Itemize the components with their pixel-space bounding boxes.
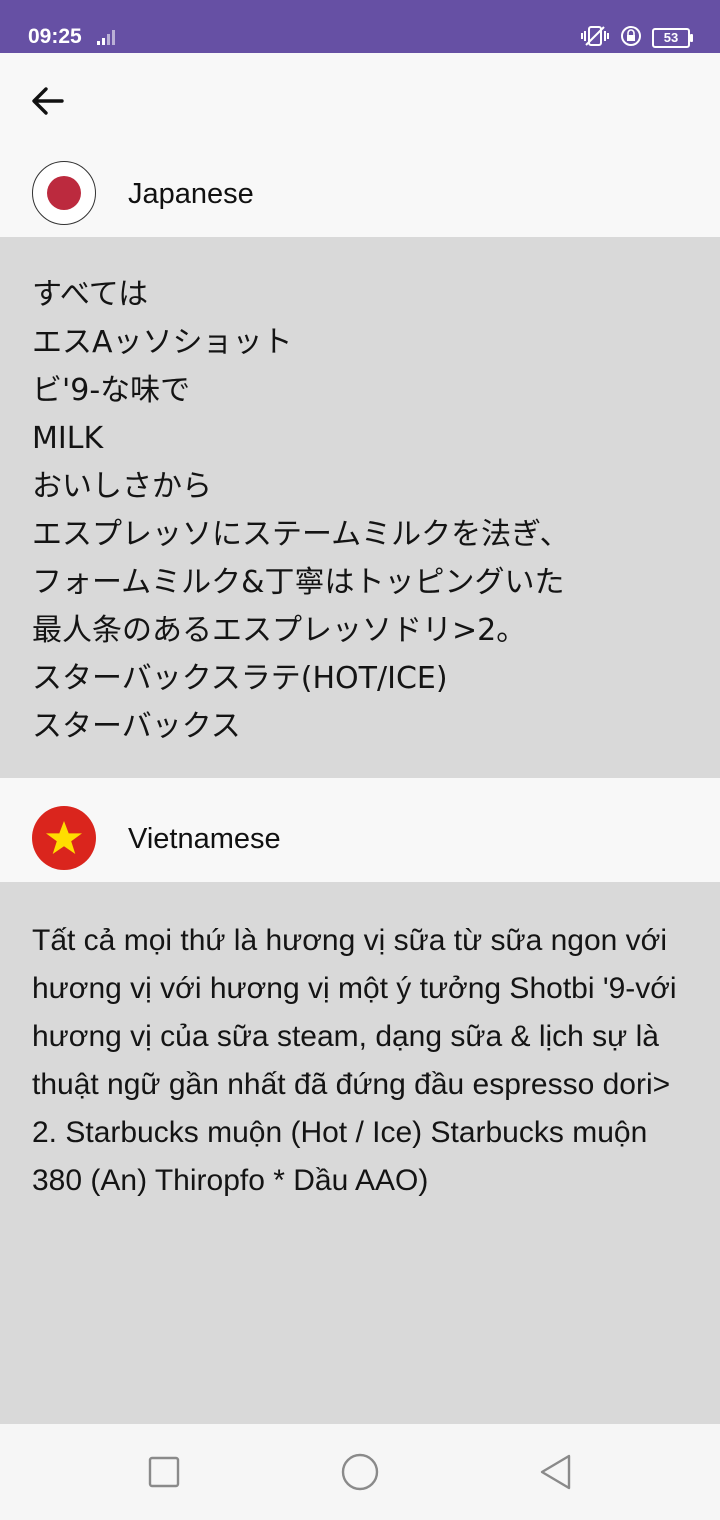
japanese-text-line: MILK: [32, 421, 104, 456]
recent-apps-button[interactable]: [142, 1450, 186, 1494]
vietnam-flag-icon: [32, 806, 96, 870]
japanese-text-line: ビ'9-な味で: [32, 373, 191, 408]
status-icons: 53: [580, 25, 693, 51]
home-icon: [341, 1453, 379, 1491]
vietnamese-text-panel: Tất cả mọi thứ là hương vị sữa từ sữa ng…: [0, 882, 720, 1424]
japanese-text-line: すべては: [32, 277, 149, 312]
language-label-vietnamese: Vietnamese: [128, 823, 281, 855]
signal-icon: [97, 28, 119, 50]
home-button[interactable]: [338, 1450, 382, 1494]
section-separator: [0, 778, 720, 794]
battery-icon: 53: [652, 28, 693, 48]
lock-rotation-icon: [620, 25, 642, 51]
recent-apps-icon: [148, 1456, 180, 1488]
japanese-text-line: スターバックス: [32, 709, 241, 744]
nav-back-button[interactable]: [534, 1450, 578, 1494]
japan-flag-icon: [32, 161, 96, 225]
japanese-text-line: エスAッソショット: [32, 325, 293, 360]
arrow-left-icon: [32, 87, 64, 115]
japanese-section-header: Japanese: [0, 149, 720, 237]
status-time: 09:25: [28, 25, 82, 48]
japanese-text-line: フォームミルク&丁寧はトッピングいた: [32, 565, 565, 600]
back-triangle-icon: [540, 1454, 571, 1490]
japanese-text-line: スターバックスラテ(HOT/ICE): [32, 661, 448, 696]
vietnamese-translation-text: Tất cả mọi thứ là hương vị sữa từ sữa ng…: [32, 924, 677, 1197]
system-navigation-bar: [0, 1424, 720, 1520]
japanese-text-line: おいしさから: [32, 469, 212, 504]
back-button[interactable]: [26, 80, 70, 124]
japanese-text-panel: すべては エスAッソショット ビ'9-な味で MILK おいしさから エスプレッ…: [0, 237, 720, 778]
language-label-japanese: Japanese: [128, 178, 254, 210]
status-bar: 09:25 53: [0, 0, 720, 53]
vietnamese-section-header: Vietnamese: [0, 794, 720, 882]
vibrate-icon: [580, 25, 610, 51]
top-app-bar: [0, 53, 720, 149]
japanese-text-line: エスプレッソにステームミルクを法ぎ、: [32, 517, 570, 552]
japanese-text-line: 最人条のあるエスプレッソドリ>2。: [32, 613, 527, 648]
